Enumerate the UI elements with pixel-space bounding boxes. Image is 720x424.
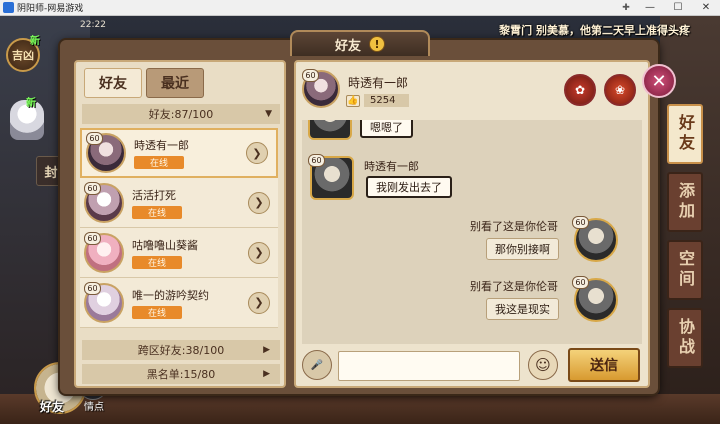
panel-title: 好友 bbox=[334, 38, 361, 54]
tab-recent[interactable]: 最近 bbox=[146, 68, 204, 98]
friend-name: 咕噜噜山葵酱 bbox=[132, 238, 198, 252]
message-avatar: 60 bbox=[572, 216, 618, 262]
maximize-button[interactable]: ☐ bbox=[664, 0, 692, 16]
level-badge: 60 bbox=[86, 132, 103, 145]
message-sender: 時透有一郎 bbox=[364, 160, 419, 173]
chat-history[interactable]: 嗯嗯了 60 時透有一郎 我刚发出去了 别看了这是你伦哥 那你别接啊 60 别看… bbox=[302, 120, 642, 344]
like-row: 👍 5254 bbox=[346, 94, 410, 107]
message-bubble: 嗯嗯了 bbox=[360, 120, 413, 138]
side-tab-friends[interactable]: 好友 bbox=[667, 104, 703, 164]
message-bubble: 我这是现实 bbox=[486, 298, 559, 320]
friend-name: 唯一的游吟契约 bbox=[132, 288, 209, 302]
level-badge: 60 bbox=[308, 154, 325, 167]
friend-row[interactable]: 60 唯一的游吟契约 在线 ❯ bbox=[80, 278, 278, 328]
side-tab-add[interactable]: 添加 bbox=[667, 172, 703, 232]
status-badge: 在线 bbox=[132, 255, 182, 269]
minimize-button[interactable]: — bbox=[636, 0, 664, 16]
message-input[interactable] bbox=[338, 351, 520, 381]
chevron-right-icon[interactable]: ❯ bbox=[246, 142, 268, 164]
red-envelope-button[interactable]: ❀ bbox=[604, 74, 636, 106]
chevron-right-icon[interactable]: ❯ bbox=[248, 241, 270, 264]
avatar[interactable]: 60 bbox=[302, 69, 340, 108]
friend-count-label: 好友:87/100 bbox=[148, 108, 214, 121]
message-avatar: 60 bbox=[572, 276, 618, 322]
window-titlebar: 阴阳师-网易游戏 ✚ — ☐ ✕ bbox=[0, 0, 720, 16]
side-tab-assist[interactable]: 协战 bbox=[667, 308, 703, 368]
qingdian-label: 情点 bbox=[84, 402, 104, 413]
send-button[interactable]: 送信 bbox=[568, 348, 640, 382]
friend-row[interactable]: 60 活活打死 在线 ❯ bbox=[80, 178, 278, 228]
gift-button[interactable]: ✿ bbox=[564, 74, 596, 106]
emoji-icon[interactable]: ☺ bbox=[528, 350, 558, 380]
friend-row[interactable]: 60 時透有一郎 在线 ❯ bbox=[80, 128, 278, 178]
caret-right-icon: ▶ bbox=[263, 345, 270, 355]
level-badge: 60 bbox=[572, 276, 589, 289]
friends-round-label: 好友 bbox=[40, 400, 65, 414]
status-badge: 在线 bbox=[132, 305, 182, 319]
avatar: 60 bbox=[84, 231, 124, 273]
friend-row[interactable]: 60 咕噜噜山葵酱 在线 ❯ bbox=[80, 228, 278, 278]
chat-pane: 60 時透有一郎 👍 5254 ✿ ❀ 嗯嗯了 60 時透有一郎 我刚发出去了 … bbox=[294, 60, 650, 388]
chevron-right-icon[interactable]: ❯ bbox=[248, 291, 270, 314]
background-bottom bbox=[0, 394, 720, 424]
status-badge: 在线 bbox=[132, 205, 182, 219]
level-badge: 60 bbox=[84, 281, 101, 295]
avatar: 60 bbox=[84, 181, 124, 223]
message-avatar bbox=[308, 120, 352, 140]
new-badge: 新 bbox=[30, 36, 40, 47]
message-bubble: 我刚发出去了 bbox=[366, 176, 452, 198]
chevron-right-icon[interactable]: ❯ bbox=[248, 191, 270, 214]
level-badge: 60 bbox=[302, 69, 319, 82]
friend-name: 時透有一郎 bbox=[134, 139, 189, 152]
message-avatar: 60 bbox=[308, 154, 354, 200]
level-badge: 60 bbox=[84, 231, 101, 245]
level-badge: 60 bbox=[572, 216, 589, 229]
profile-name: 時透有一郎 bbox=[348, 76, 409, 90]
message-bubble: 那你别接啊 bbox=[486, 238, 559, 260]
game-clock: 22:22 bbox=[80, 20, 106, 30]
jixiong-label: 吉凶 bbox=[12, 49, 34, 62]
cross-server-label: 跨区好友:38/100 bbox=[137, 344, 225, 357]
like-count: 5254 bbox=[364, 94, 410, 107]
thumbs-up-icon[interactable]: 👍 bbox=[346, 94, 360, 107]
new-badge: 新 bbox=[26, 98, 36, 109]
blacklist-label: 黑名单:15/80 bbox=[146, 368, 216, 381]
friend-list[interactable]: 60 時透有一郎 在线 ❯ 60 活活打死 在线 ❯ 60 咕噜噜山葵酱 在线 … bbox=[80, 128, 278, 336]
warning-icon[interactable]: ! bbox=[369, 36, 385, 52]
friend-list-pane: 好友 最近 好友:87/100 ▼ 60 時透有一郎 在线 ❯ 60 活活打死 … bbox=[74, 60, 286, 388]
app-icon bbox=[3, 2, 14, 13]
blacklist-row[interactable]: 黑名单:15/80 ▶ bbox=[82, 364, 280, 384]
level-badge: 60 bbox=[84, 181, 101, 195]
caret-down-icon: ▼ bbox=[265, 109, 272, 119]
window-close-button[interactable]: ✕ bbox=[692, 0, 720, 16]
tab-friends[interactable]: 好友 bbox=[84, 68, 142, 98]
voice-input-icon[interactable]: 🎤 bbox=[302, 350, 332, 380]
window-title: 阴阳师-网易游戏 bbox=[17, 4, 84, 14]
message-sender: 别看了这是你伦哥 bbox=[470, 220, 558, 233]
panel-header: 好友 ! bbox=[290, 30, 430, 56]
avatar: 60 bbox=[84, 281, 124, 323]
close-icon[interactable]: ✕ bbox=[642, 64, 676, 98]
pin-icon[interactable]: ✚ bbox=[616, 3, 636, 13]
side-tab-space[interactable]: 空间 bbox=[667, 240, 703, 300]
chat-profile-header: 60 時透有一郎 👍 5254 ✿ ❀ bbox=[302, 68, 642, 114]
cross-server-friends-row[interactable]: 跨区好友:38/100 ▶ bbox=[82, 340, 280, 360]
status-badge: 在线 bbox=[134, 156, 184, 169]
avatar: 60 bbox=[86, 132, 126, 173]
friend-count-dropdown[interactable]: 好友:87/100 ▼ bbox=[82, 104, 280, 124]
message-sender: 别看了这是你伦哥 bbox=[470, 280, 558, 293]
caret-right-icon: ▶ bbox=[263, 369, 270, 379]
marquee-text: 黎霄门 别美慕，他第二天早上准得头疼 bbox=[499, 24, 690, 37]
friend-name: 活活打死 bbox=[132, 188, 176, 202]
